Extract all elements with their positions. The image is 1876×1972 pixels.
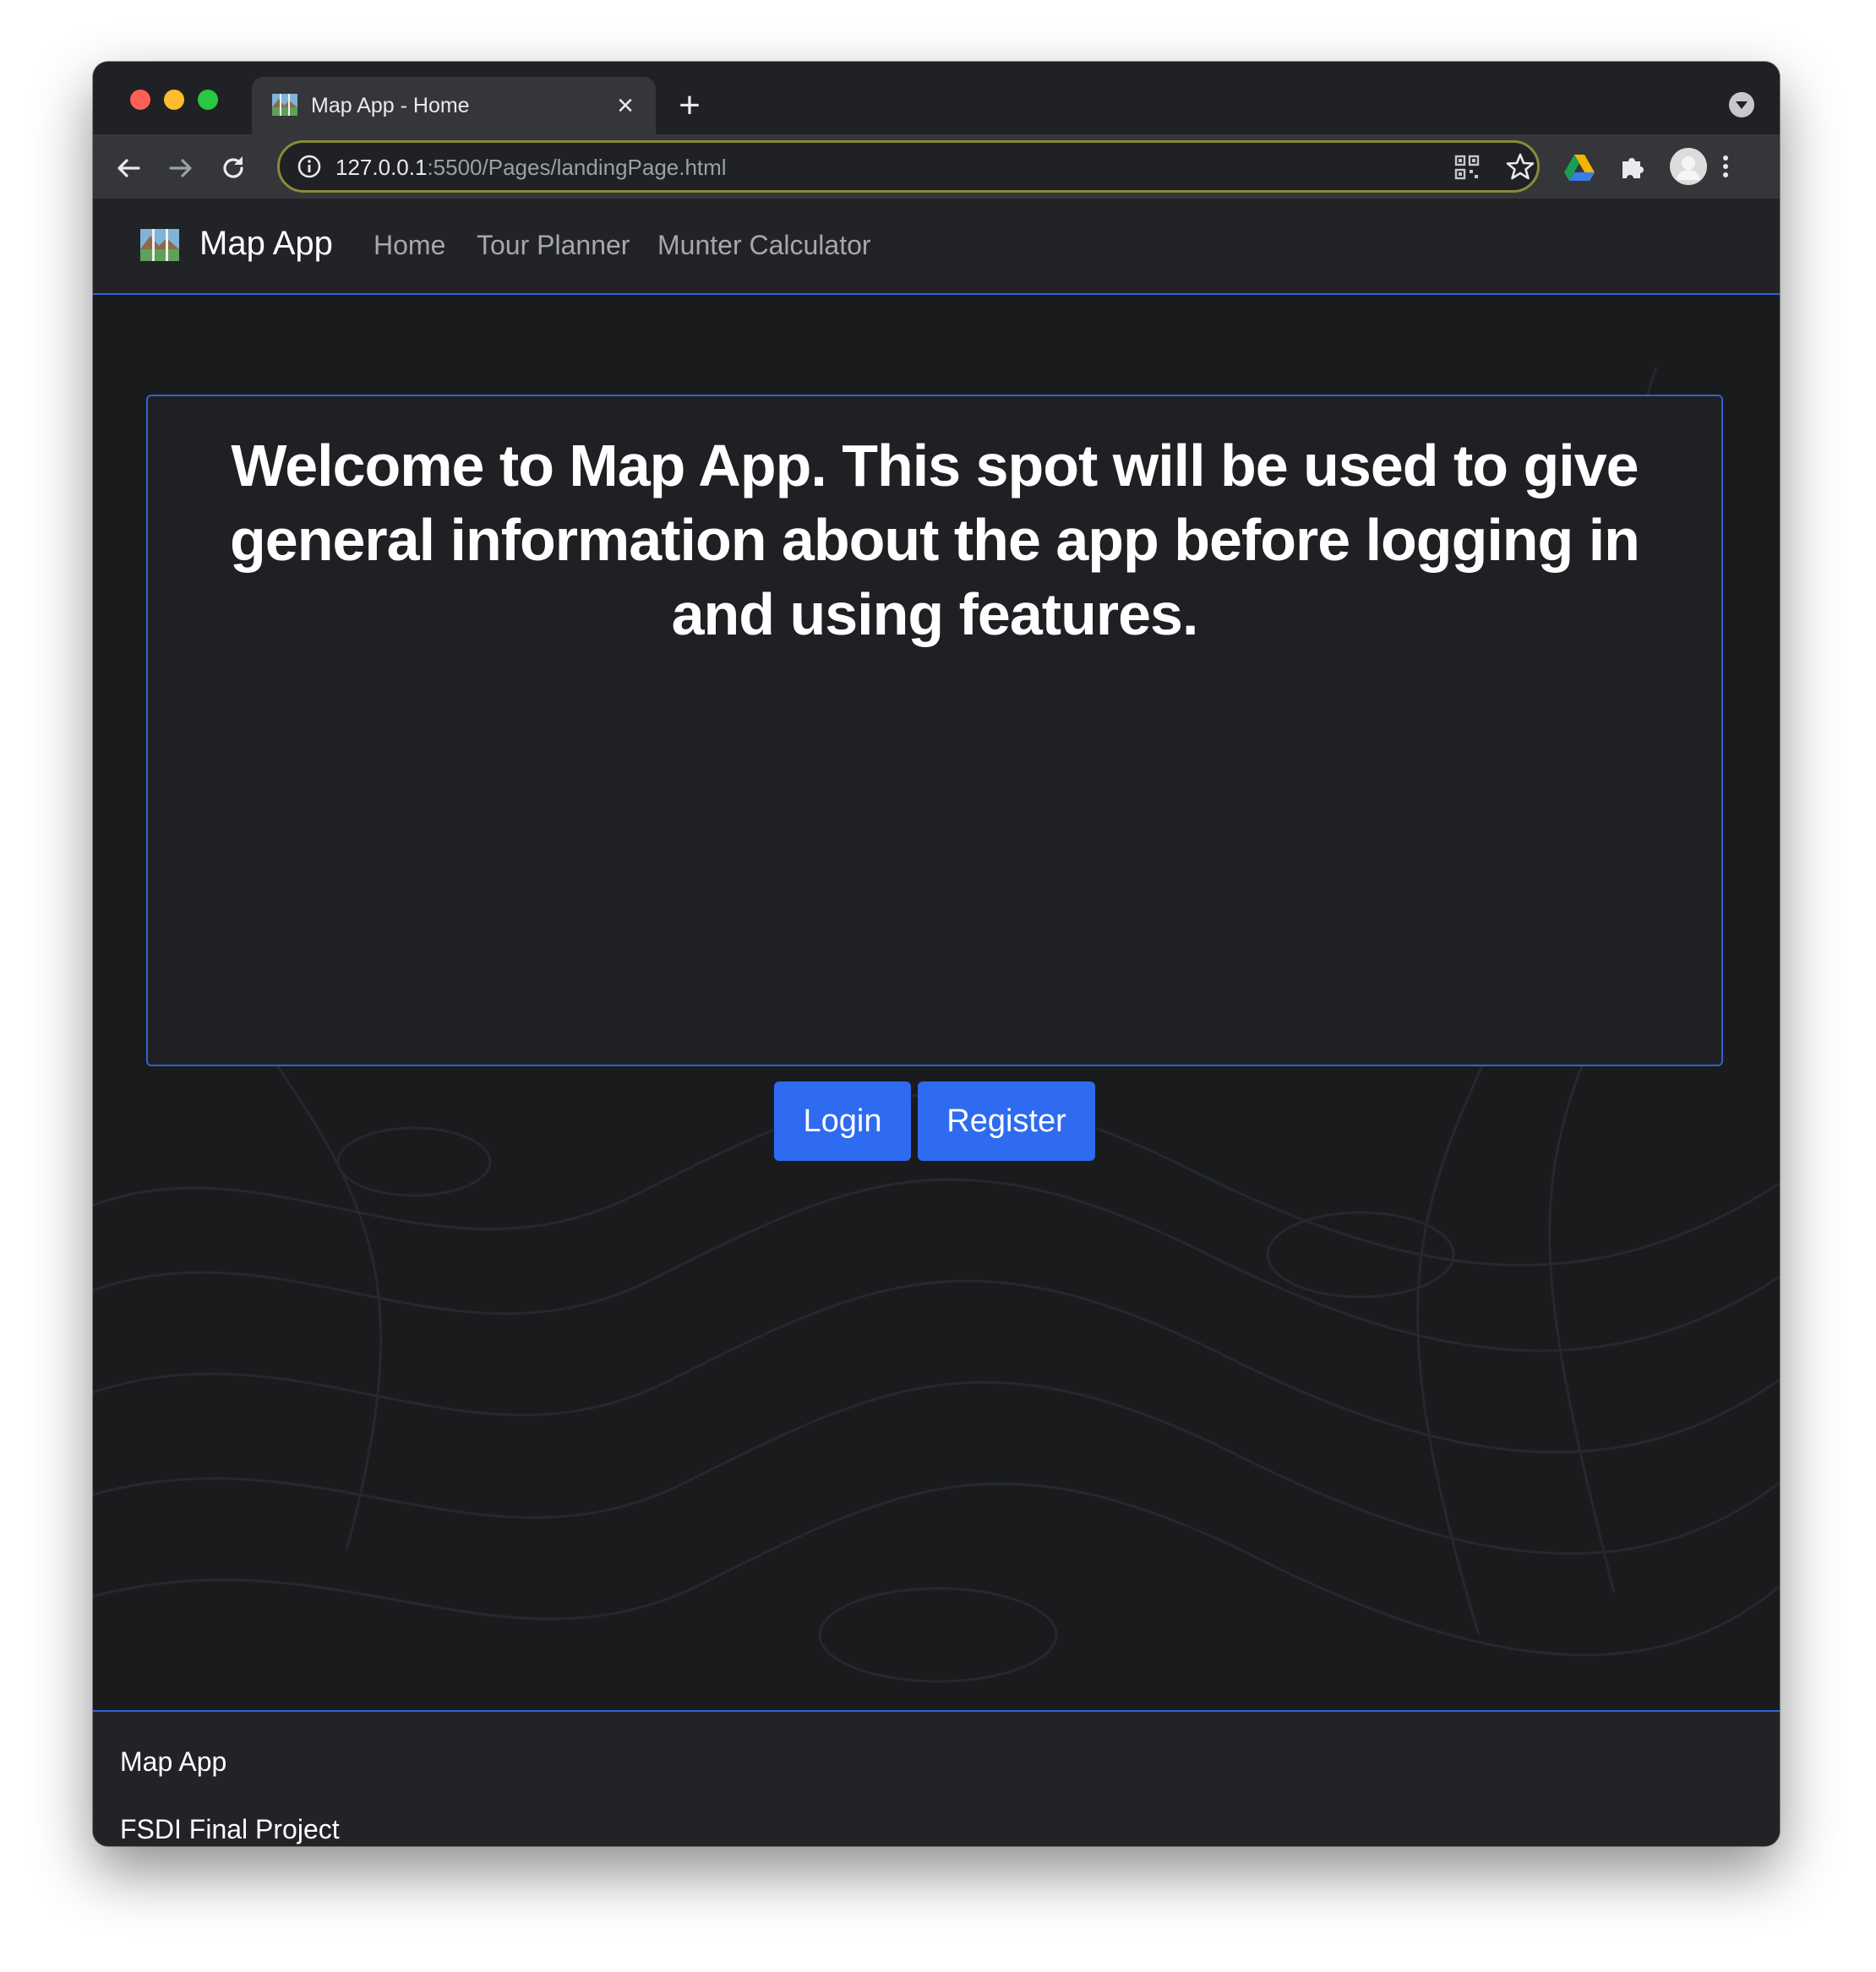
footer-project: FSDI Final Project (120, 1814, 340, 1844)
url-text[interactable]: 127.0.0.1:5500/Pages/landingPage.html (335, 155, 727, 180)
avatar-silhouette-icon (1670, 148, 1707, 185)
welcome-heading: Welcome to Map App. This spot will be us… (230, 433, 1640, 647)
kebab-menu-icon[interactable] (1717, 150, 1734, 183)
nav-link-munter-calculator[interactable]: Munter Calculator (657, 229, 871, 261)
address-bar[interactable]: 127.0.0.1:5500/Pages/landingPage.html (277, 140, 1540, 193)
map-icon[interactable] (140, 229, 179, 261)
footer-app-name: Map App (120, 1746, 227, 1777)
nav-link-home[interactable]: Home (374, 229, 445, 261)
maximize-window-button[interactable] (198, 90, 218, 110)
welcome-panel: Welcome to Map App. This spot will be us… (146, 395, 1723, 1066)
map-icon (272, 94, 297, 116)
tab-search-icon[interactable] (1729, 92, 1754, 117)
forward-arrow-icon[interactable] (164, 151, 198, 185)
site-navbar: Map App Home Tour Planner Munter Calcula… (93, 199, 1780, 295)
site-footer: Map App FSDI Final Project (93, 1710, 1780, 1846)
register-button[interactable]: Register (918, 1081, 1095, 1161)
puzzle-icon[interactable] (1617, 151, 1648, 182)
close-window-button[interactable] (130, 90, 150, 110)
brand-link[interactable]: Map App (199, 224, 333, 263)
reload-icon[interactable] (216, 151, 250, 185)
url-path: :5500/Pages/landingPage.html (427, 155, 727, 180)
login-button[interactable]: Login (774, 1081, 911, 1161)
minimize-window-button[interactable] (164, 90, 184, 110)
browser-toolbar: 127.0.0.1:5500/Pages/landingPage.html (93, 134, 1780, 199)
new-tab-button[interactable]: + (671, 87, 708, 126)
back-arrow-icon[interactable] (112, 151, 145, 185)
qr-code-icon[interactable] (1454, 155, 1480, 180)
tab-home[interactable]: Map App - Home × (252, 77, 656, 134)
url-host: 127.0.0.1 (335, 155, 428, 180)
nav-link-tour-planner[interactable]: Tour Planner (477, 229, 630, 261)
google-drive-icon[interactable] (1563, 153, 1595, 182)
avatar-icon[interactable] (1670, 148, 1707, 185)
info-icon[interactable] (297, 154, 322, 179)
close-tab-icon[interactable]: × (607, 87, 644, 124)
browser-window: Map App - Home × + 127.0.0.1:5500/Pages/… (93, 62, 1780, 1846)
star-icon[interactable] (1505, 151, 1535, 182)
tab-title: Map App - Home (311, 94, 470, 117)
tab-bar: Map App - Home × + (93, 62, 1780, 134)
page-content: Map App Home Tour Planner Munter Calcula… (93, 199, 1780, 1846)
